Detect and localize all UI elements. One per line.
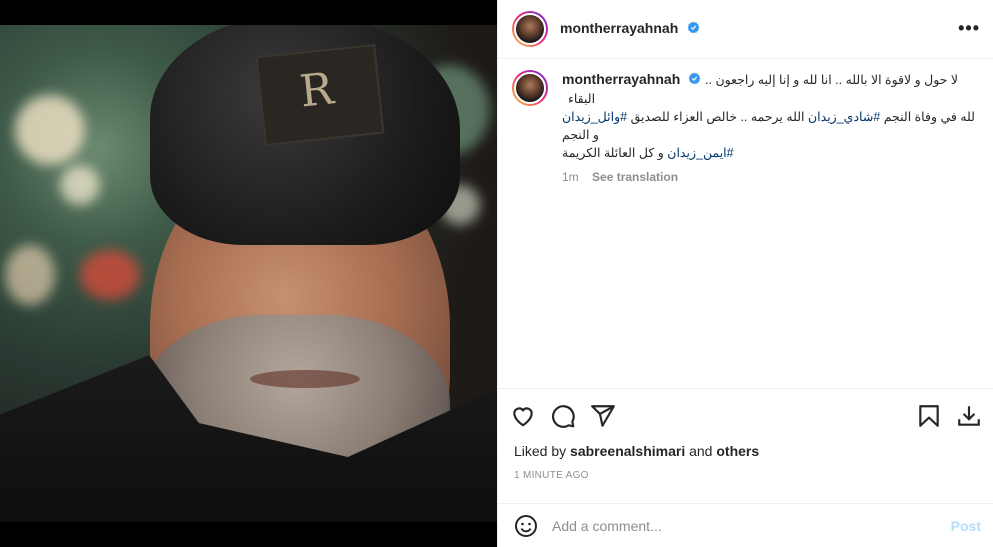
post-photo[interactable]: R	[0, 25, 497, 522]
comment-input[interactable]	[552, 517, 932, 534]
likes-summary: Liked by sabreenalshimari and others	[514, 443, 760, 459]
share-icon[interactable]	[590, 403, 616, 429]
see-translation-button[interactable]: See translation	[592, 170, 678, 184]
caption-text-line3: #ايمن_زيدان و كل العائلة الكريمة	[562, 146, 734, 160]
caption-meta: 1m See translation	[562, 170, 978, 184]
hashtag-link[interactable]: #وائل_زيدان	[562, 110, 627, 124]
action-bar	[498, 388, 993, 442]
liked-by-user-link[interactable]: sabreenalshimari	[570, 443, 685, 459]
verified-badge-icon	[687, 21, 700, 34]
more-options-icon[interactable]: •••	[958, 18, 980, 39]
avatar[interactable]	[512, 70, 548, 106]
caption-text-line2: لله في وفاة النجم #شادي_زيدان الله يرحمه…	[562, 110, 975, 142]
caption: montherrayahnah لا حول و لاقوة الا بالله…	[512, 70, 978, 184]
hashtag-link[interactable]: #ايمن_زيدان	[667, 146, 733, 160]
caption-username[interactable]: montherrayahnah	[562, 71, 680, 87]
emoji-icon[interactable]	[514, 514, 538, 538]
verified-badge-icon	[688, 72, 701, 85]
caption-age: 1m	[562, 170, 579, 184]
comment-bar: Post	[498, 503, 993, 547]
avatar[interactable]	[512, 11, 548, 47]
post-comment-button[interactable]: Post	[951, 518, 981, 534]
post-header: montherrayahnah •••	[498, 0, 993, 59]
hashtag-link[interactable]: #شادي_زيدان	[808, 110, 880, 124]
download-icon[interactable]	[956, 403, 982, 429]
post-timestamp[interactable]: 1 MINUTE AGO	[514, 470, 589, 481]
post-side-panel: montherrayahnah ••• montherrayahnah لا ح…	[497, 0, 993, 547]
media-pane: R	[0, 0, 497, 547]
heart-icon[interactable]	[510, 403, 536, 429]
likes-others-link[interactable]: others	[716, 443, 759, 459]
username-link[interactable]: montherrayahnah	[560, 20, 678, 36]
bookmark-icon[interactable]	[916, 403, 942, 429]
comment-icon[interactable]	[550, 403, 576, 429]
post-dialog: R montherrayahnah ••• montherrayahnah لا…	[0, 0, 993, 547]
